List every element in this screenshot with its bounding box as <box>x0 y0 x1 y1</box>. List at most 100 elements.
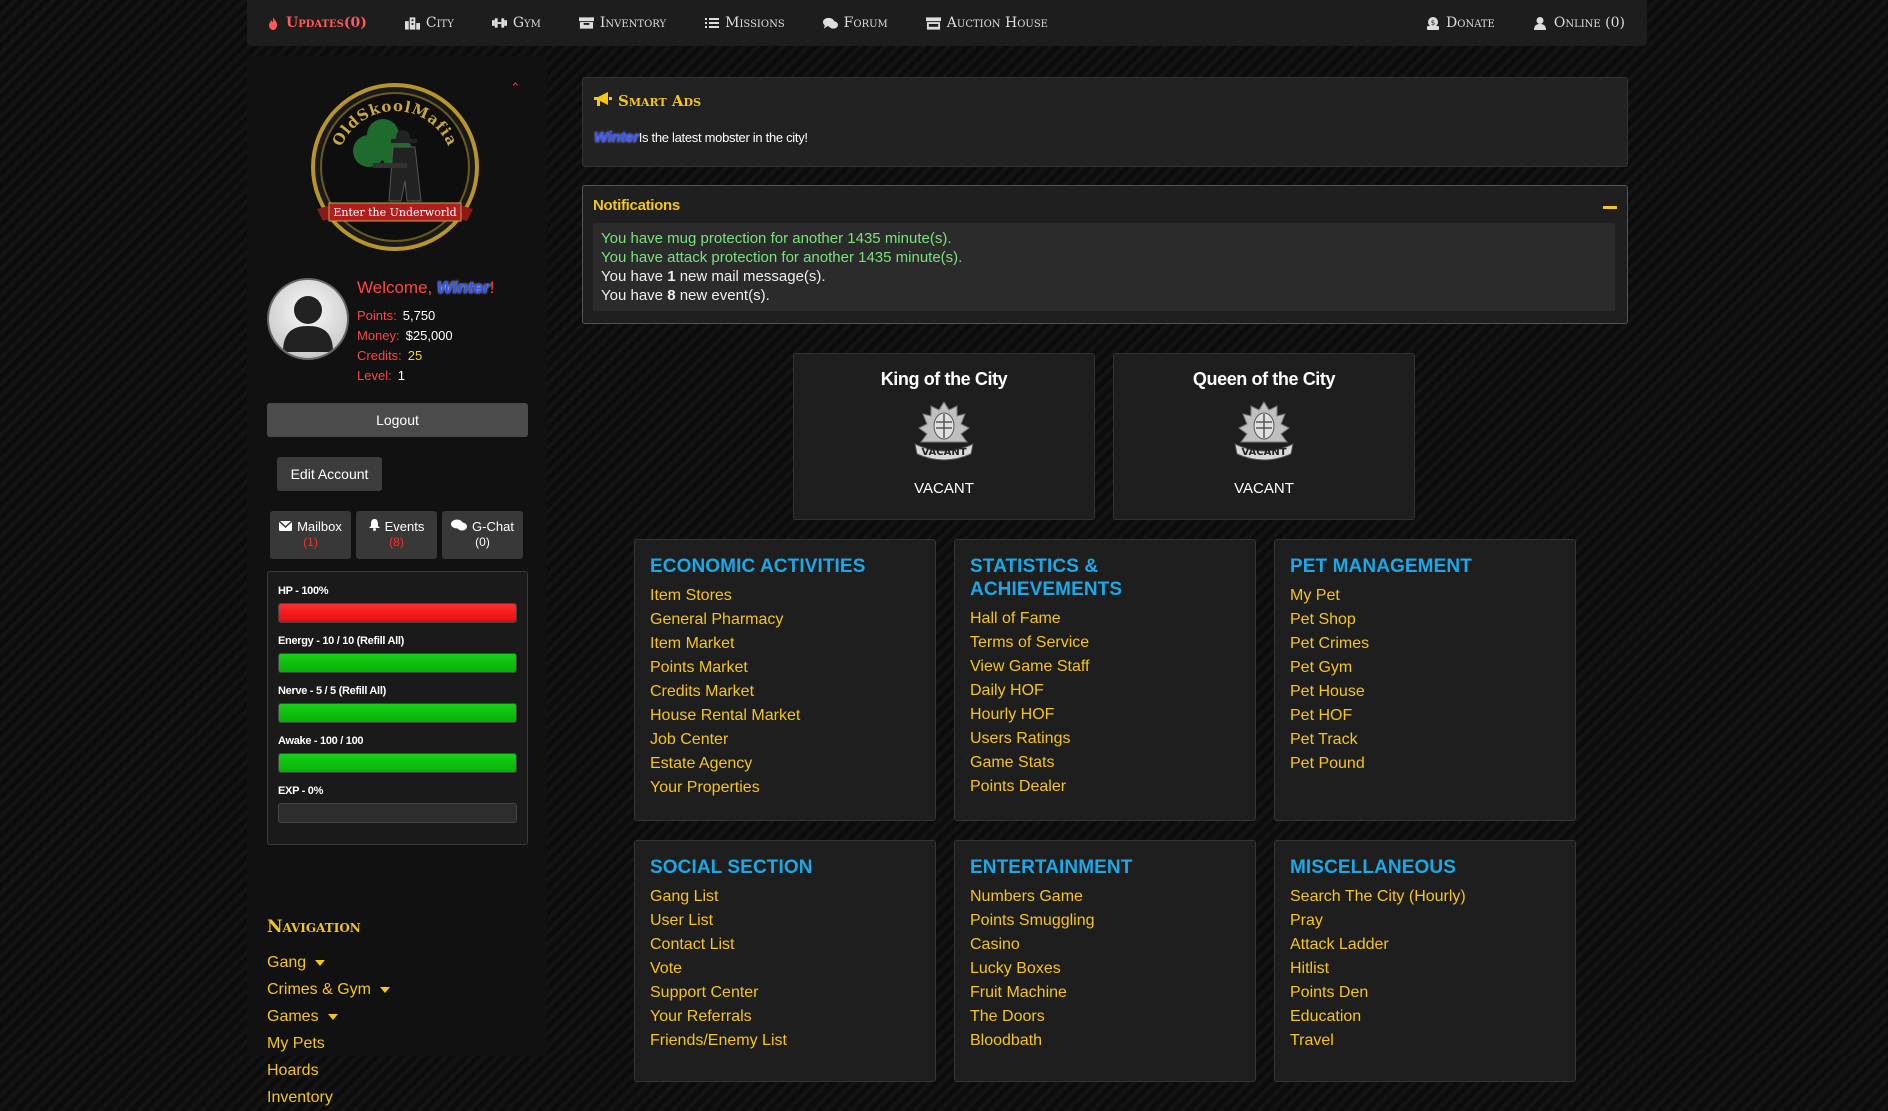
link-item[interactable]: Credits Market <box>650 680 920 704</box>
nav-city-label: City <box>425 15 454 31</box>
top-nav-left: Updates(0) City Gym Inventory Missions F… <box>247 0 1086 46</box>
stat-level-label: Level: <box>357 368 392 383</box>
link-item[interactable]: Contact List <box>650 933 920 957</box>
queen-of-city-card[interactable]: Queen of the City VACANT VACANT <box>1113 353 1415 520</box>
link-item[interactable]: Travel <box>1290 1029 1560 1053</box>
vacant-badge-icon: VACANT <box>1231 400 1297 466</box>
nav-crimes-gym-label: Crimes & Gym <box>267 980 371 998</box>
nav-gang[interactable]: Gang <box>267 949 390 976</box>
nav-my-pets[interactable]: My Pets <box>267 1030 390 1057</box>
link-item[interactable]: Pet HOF <box>1290 704 1560 728</box>
link-item[interactable]: Fruit Machine <box>970 981 1240 1005</box>
link-item[interactable]: Bloodbath <box>970 1029 1240 1053</box>
link-item[interactable]: Pet Crimes <box>1290 632 1560 656</box>
stat-points: Points: 5,750 <box>357 306 453 326</box>
link-item[interactable]: Pet Track <box>1290 728 1560 752</box>
welcome-text: Welcome, Winter! <box>357 278 494 298</box>
smart-ads-username[interactable]: Winter <box>594 129 639 146</box>
welcome-username[interactable]: Winter <box>437 278 490 297</box>
link-item[interactable]: Hitlist <box>1290 957 1560 981</box>
link-item[interactable]: Numbers Game <box>970 885 1240 909</box>
nav-updates[interactable]: Updates(0) <box>265 15 367 31</box>
awake-bar-fill <box>279 754 516 772</box>
nerve-bar-fill <box>279 704 516 722</box>
link-item[interactable]: Your Referrals <box>650 1005 920 1029</box>
collapse-minus-icon[interactable] <box>1603 206 1617 209</box>
link-item[interactable]: Daily HOF <box>970 679 1240 703</box>
king-of-city-card[interactable]: King of the City VACANT VACANT <box>793 353 1095 520</box>
nav-online-label: Online (0) <box>1553 15 1625 31</box>
hp-label: HP - 100% <box>278 585 329 597</box>
events-button[interactable]: Events (8) <box>356 511 437 559</box>
link-item[interactable]: My Pet <box>1290 584 1560 608</box>
link-item[interactable]: House Rental Market <box>650 704 920 728</box>
link-item[interactable]: Pet Pound <box>1290 752 1560 776</box>
stat-money-label: Money: <box>357 328 400 343</box>
nav-inventory[interactable]: Inventory <box>578 15 666 31</box>
avatar[interactable] <box>267 278 349 360</box>
link-item[interactable]: Item Stores <box>650 584 920 608</box>
link-item[interactable]: Attack Ladder <box>1290 933 1560 957</box>
game-logo[interactable]: OldSkoolMafia Enter the Underworld <box>309 81 481 253</box>
link-item[interactable]: Education <box>1290 1005 1560 1029</box>
link-item[interactable]: Pet Gym <box>1290 656 1560 680</box>
link-item[interactable]: Estate Agency <box>650 752 920 776</box>
nav-online[interactable]: Online (0) <box>1533 15 1625 31</box>
link-item[interactable]: User List <box>650 909 920 933</box>
nav-missions[interactable]: Missions <box>704 15 785 31</box>
nav-hoards[interactable]: Hoards <box>267 1057 390 1084</box>
energy-label[interactable]: Energy - 10 / 10 (Refill All) <box>278 635 404 647</box>
link-item[interactable]: Casino <box>970 933 1240 957</box>
user-icon <box>1533 16 1548 30</box>
mail-notice[interactable]: You have 1 new mail message(s). <box>601 267 1607 286</box>
nav-gym-label: Gym <box>512 15 541 31</box>
collapse-chevron-up-icon[interactable]: ⌃ <box>510 80 521 96</box>
link-item[interactable]: Lucky Boxes <box>970 957 1240 981</box>
link-item[interactable]: Users Ratings <box>970 727 1240 751</box>
link-item[interactable]: Job Center <box>650 728 920 752</box>
bell-icon <box>368 519 380 534</box>
link-item[interactable]: Support Center <box>650 981 920 1005</box>
edit-account-button[interactable]: Edit Account <box>277 457 382 491</box>
nav-inventory-side[interactable]: Inventory <box>267 1084 390 1111</box>
nav-donate[interactable]: $ Donate <box>1425 15 1495 31</box>
link-item[interactable]: Points Smuggling <box>970 909 1240 933</box>
nerve-label[interactable]: Nerve - 5 / 5 (Refill All) <box>278 685 386 697</box>
nav-crimes-gym[interactable]: Crimes & Gym <box>267 976 390 1003</box>
mailbox-button[interactable]: Mailbox (1) <box>270 511 351 559</box>
nav-forum[interactable]: Forum <box>822 15 888 31</box>
link-item[interactable]: Gang List <box>650 885 920 909</box>
link-item[interactable]: Pet House <box>1290 680 1560 704</box>
dumbbell-icon <box>491 17 507 30</box>
nav-games[interactable]: Games <box>267 1003 390 1030</box>
nav-city[interactable]: City <box>404 15 454 31</box>
miscellaneous-panel: MISCELLANEOUS Search The City (Hourly) P… <box>1274 840 1576 1082</box>
link-item[interactable]: View Game Staff <box>970 655 1240 679</box>
link-item[interactable]: Item Market <box>650 632 920 656</box>
link-item[interactable]: Points Dealer <box>970 775 1240 799</box>
nav-gym[interactable]: Gym <box>491 15 541 31</box>
link-item[interactable]: Points Market <box>650 656 920 680</box>
event-notice[interactable]: You have 8 new event(s). <box>601 286 1607 305</box>
link-item[interactable]: Game Stats <box>970 751 1240 775</box>
stat-credits-label: Credits: <box>357 348 402 363</box>
link-item[interactable]: Points Den <box>1290 981 1560 1005</box>
link-item[interactable]: Pray <box>1290 909 1560 933</box>
link-item[interactable]: Pet Shop <box>1290 608 1560 632</box>
link-item[interactable]: Your Properties <box>650 776 920 800</box>
nav-auction-house[interactable]: Auction House <box>925 15 1048 31</box>
stat-credits-value: 25 <box>407 348 423 363</box>
link-item[interactable]: Hall of Fame <box>970 607 1240 631</box>
stat-money-value: $25,000 <box>405 328 453 343</box>
link-item[interactable]: The Doors <box>970 1005 1240 1029</box>
envelope-icon <box>278 519 293 534</box>
logout-button[interactable]: Logout <box>267 403 528 437</box>
link-item[interactable]: Terms of Service <box>970 631 1240 655</box>
link-item[interactable]: Hourly HOF <box>970 703 1240 727</box>
link-item[interactable]: General Pharmacy <box>650 608 920 632</box>
gchat-button[interactable]: G-Chat (0) <box>442 511 523 559</box>
link-item[interactable]: Search The City (Hourly) <box>1290 885 1560 909</box>
link-item[interactable]: Vote <box>650 957 920 981</box>
events-count: (8) <box>389 535 404 549</box>
link-item[interactable]: Friends/Enemy List <box>650 1029 920 1053</box>
